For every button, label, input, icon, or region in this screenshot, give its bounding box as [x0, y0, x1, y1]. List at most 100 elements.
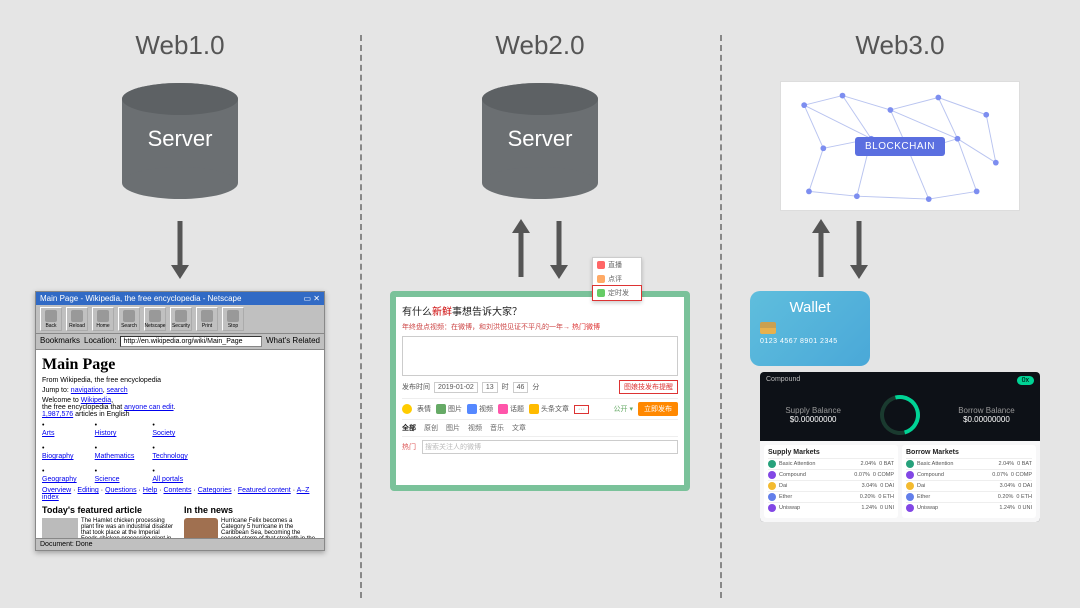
web1-nav: Overview · Editing · Questions · Help · …	[42, 487, 318, 501]
tab-all[interactable]: 全部	[402, 423, 416, 433]
tool-emoji[interactable]: 表情	[417, 404, 431, 414]
server-icon-2: Server	[465, 81, 615, 201]
web1-addrbar: Bookmarks Location: http://en.wikipedia.…	[36, 334, 324, 350]
market-row[interactable]: Ether0.20%0 ETH	[768, 491, 894, 502]
arrow-down-icon	[548, 217, 570, 281]
arrow-down-icon	[169, 217, 191, 281]
tab-video[interactable]: 视频	[468, 423, 482, 433]
tool-article[interactable]: 头条文章	[529, 404, 569, 414]
server-icon: Server	[105, 81, 255, 201]
blockchain-label: BLOCKCHAIN	[855, 137, 945, 156]
market-row[interactable]: Dai3.04%0 DAI	[906, 480, 1032, 491]
web1-browser-window: Main Page - Wikipedia, the free encyclop…	[35, 291, 325, 551]
arrow-up-icon	[810, 217, 832, 281]
web2-textarea[interactable]	[402, 336, 678, 376]
column-web2: Web2.0 Server 有什么新鲜事想告诉大家？	[360, 0, 720, 608]
web1-toolbar: Back Reload Home Search Netscape Securit…	[36, 305, 324, 334]
web2-search-input[interactable]: 搜索关注人的微博	[422, 440, 678, 454]
arrow-down-web1	[169, 217, 191, 281]
web2-red-callout[interactable]: 图娘技发布提醒	[619, 380, 678, 394]
tab-image[interactable]: 图片	[446, 423, 460, 433]
web2-subline: 年终盘点视频：在微博，和刘洪悦见证不平凡的一年→ 热门微博	[402, 322, 678, 332]
tab-article[interactable]: 文章	[512, 423, 526, 433]
arrows-web2	[510, 217, 570, 281]
apy-gauge-icon	[872, 388, 927, 443]
web2-schedule-row: 发布时间 2019-01-02 13 时 46 分 图娘技发布提醒	[402, 380, 678, 394]
market-row[interactable]: Uniswap1.24%0 UNI	[906, 502, 1032, 513]
market-row[interactable]: Compound0.07%0 COMP	[768, 469, 894, 480]
web2-tabs: 全部 原创 图片 视频 音乐 文章	[402, 420, 678, 437]
compound-dapp: Compound 0x Supply Balance $0.00000000 B…	[760, 372, 1040, 522]
tool-topic[interactable]: 话题	[498, 404, 524, 414]
web2-post-editor: 有什么新鲜事想告诉大家？ 年终盘点视频：在微博，和刘洪悦见证不平凡的一年→ 热门…	[390, 291, 690, 491]
title-web2: Web2.0	[495, 30, 584, 61]
web1-body: Main Page From Wikipedia, the free encyc…	[36, 350, 324, 538]
server-label-2: Server	[465, 126, 615, 152]
market-row[interactable]: Dai3.04%0 DAI	[768, 480, 894, 491]
tab-music[interactable]: 音乐	[490, 423, 504, 433]
web1-tb-reload[interactable]: Reload	[66, 307, 88, 331]
wallet-chip-icon	[760, 322, 776, 334]
web1-window-title: Main Page - Wikipedia, the free encyclop…	[40, 294, 241, 303]
market-row[interactable]: Basic Attention2.04%0 BAT	[768, 458, 894, 469]
arrow-down-icon	[848, 217, 870, 281]
hot-button[interactable]: 热门	[402, 442, 416, 452]
web1-heading: Main Page	[42, 356, 318, 374]
supply-balance: Supply Balance $0.00000000	[785, 406, 841, 424]
web1-window-controls: ▭ ✕	[304, 294, 320, 303]
web1-featured: Today's featured article The Hamlet chic…	[42, 505, 176, 538]
web2-date-input[interactable]: 2019-01-02	[434, 382, 478, 393]
dd-schedule[interactable]: 定时发	[592, 285, 642, 301]
emoji-icon[interactable]	[402, 404, 412, 414]
market-row[interactable]: Ether0.20%0 ETH	[906, 491, 1032, 502]
web2-bottom-row: 热门 搜索关注人的微博	[402, 437, 678, 454]
web2-tools: 表情 图片 视频 话题 头条文章 ··· 公开 ▾ 立即发布	[402, 398, 678, 420]
web1-welcome: Welcome to Wikipedia, the free encyclope…	[42, 397, 318, 418]
wallet-number: 0123 4567 8901 2345	[760, 338, 860, 345]
web1-related[interactable]: What's Related	[266, 336, 320, 347]
compound-brand: Compound	[766, 376, 800, 385]
web1-jump-search[interactable]: search	[107, 387, 128, 394]
web1-news: In the news Hurricane Felix becomes a Ca…	[184, 505, 318, 538]
tool-more[interactable]: ···	[574, 405, 589, 414]
web1-jump: Jump to: navigation, search	[42, 387, 318, 394]
web1-location-label: Location:	[84, 336, 116, 347]
visibility-select[interactable]: 公开 ▾	[614, 404, 633, 414]
column-web1: Web1.0 Server Main Page - Wikipedia, the…	[0, 0, 360, 608]
arrow-up-icon	[510, 217, 532, 281]
compound-account[interactable]: 0x	[1017, 376, 1034, 385]
web1-titlebar: Main Page - Wikipedia, the free encyclop…	[36, 292, 324, 305]
web1-tb-home[interactable]: Home	[92, 307, 114, 331]
web1-bookmarks[interactable]: Bookmarks	[40, 336, 80, 347]
web1-address-input[interactable]: http://en.wikipedia.org/wiki/Main_Page	[120, 336, 262, 347]
web1-tb-search[interactable]: Search	[118, 307, 140, 331]
market-row[interactable]: Compound0.07%0 COMP	[906, 469, 1032, 480]
web1-tb-netscape[interactable]: Netscape	[144, 307, 166, 331]
wallet-card: Wallet 0123 4567 8901 2345	[750, 291, 870, 366]
web1-tb-security[interactable]: Security	[170, 307, 192, 331]
dd-review[interactable]: 点评	[593, 272, 641, 286]
web1-featured-thumb	[42, 518, 78, 538]
column-web3: Web3.0 BLOCKCHAIN	[720, 0, 1080, 608]
submit-button[interactable]: 立即发布	[638, 402, 678, 416]
market-row[interactable]: Uniswap1.24%0 UNI	[768, 502, 894, 513]
web1-news-thumb	[184, 518, 218, 538]
title-web3: Web3.0	[855, 30, 944, 61]
title-web1: Web1.0	[135, 30, 224, 61]
supply-markets: Supply Markets Basic Attention2.04%0 BAT…	[764, 445, 898, 518]
web1-tb-stop[interactable]: Stop	[222, 307, 244, 331]
borrow-balance: Borrow Balance $0.00000000	[958, 406, 1014, 424]
tool-video[interactable]: 视频	[467, 404, 493, 414]
web2-minute-input[interactable]: 46	[513, 382, 529, 393]
web2-hour-input[interactable]: 13	[482, 382, 498, 393]
web1-jump-nav[interactable]: navigation	[71, 387, 103, 394]
web2-more-dropdown: 直播 点评 定时发	[592, 257, 642, 301]
web1-tb-print[interactable]: Print	[196, 307, 218, 331]
web1-tb-back[interactable]: Back	[40, 307, 62, 331]
web1-statusbar: Document: Done	[36, 538, 324, 550]
market-row[interactable]: Basic Attention2.04%0 BAT	[906, 458, 1032, 469]
dd-live[interactable]: 直播	[593, 258, 641, 272]
tab-original[interactable]: 原创	[424, 423, 438, 433]
web2-prompt: 有什么新鲜事想告诉大家？	[402, 303, 678, 318]
tool-image[interactable]: 图片	[436, 404, 462, 414]
